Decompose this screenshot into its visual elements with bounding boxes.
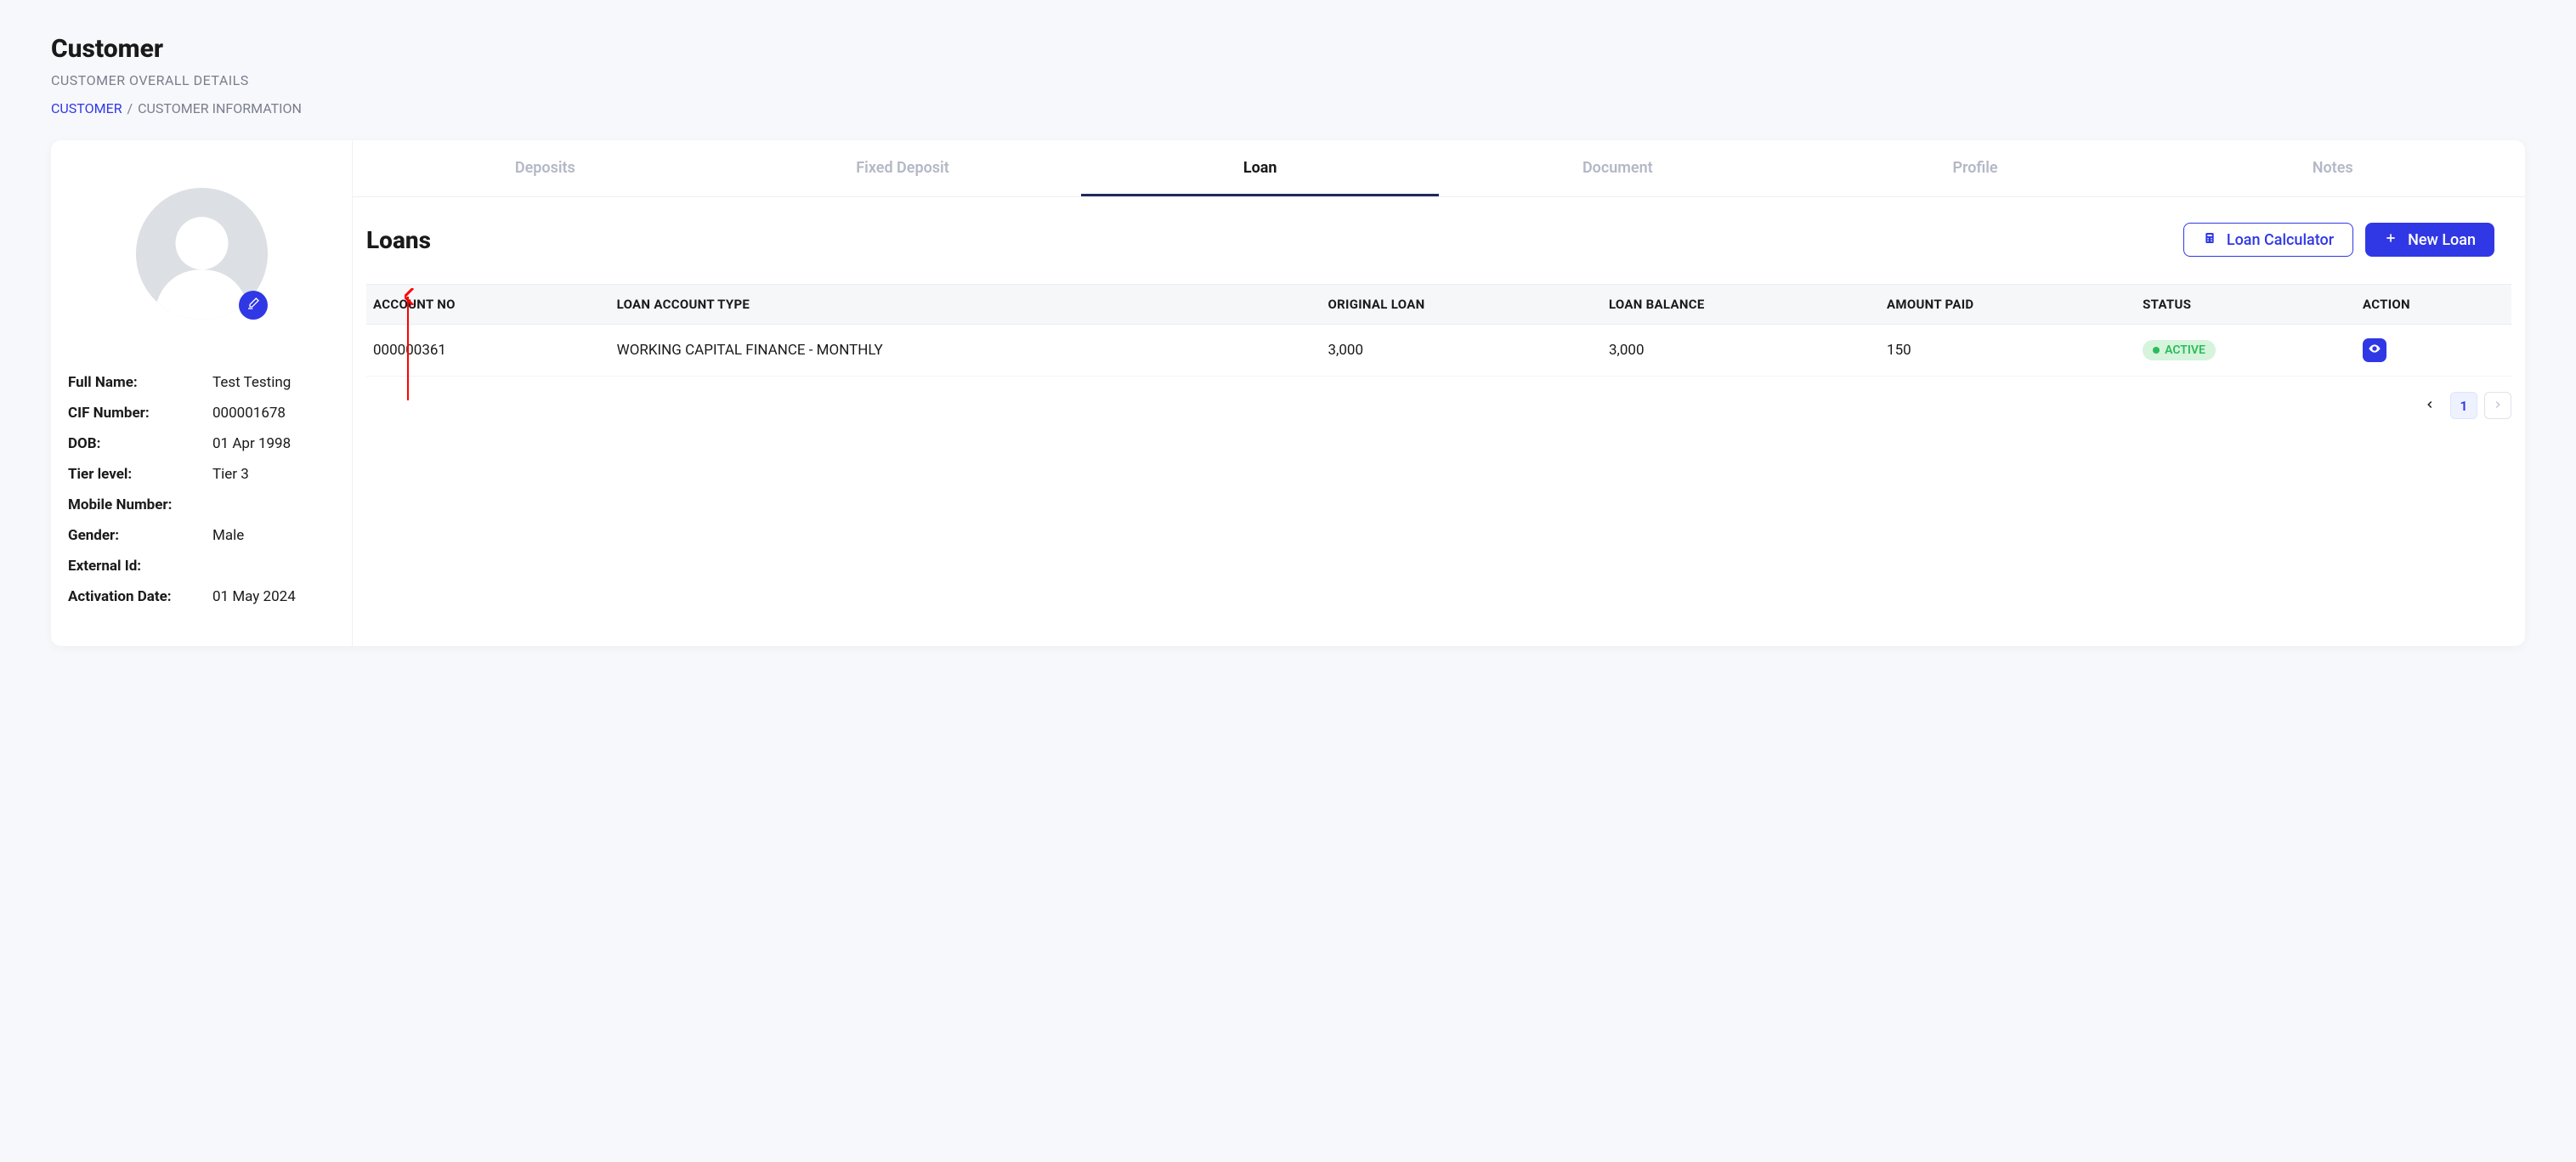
- cell-status: ACTIVE: [2136, 325, 2356, 377]
- value-full-name: Test Testing: [212, 374, 335, 391]
- cell-original-loan: 3,000: [1321, 325, 1601, 377]
- loans-table: ACCOUNT NO LOAN ACCOUNT TYPE ORIGINAL LO…: [366, 284, 2511, 377]
- value-cif-number: 000001678: [212, 405, 335, 422]
- eye-icon: [2368, 342, 2381, 360]
- col-original-loan: ORIGINAL LOAN: [1321, 285, 1601, 325]
- breadcrumb: CUSTOMER / CUSTOMER INFORMATION: [51, 100, 2525, 116]
- status-badge: ACTIVE: [2143, 340, 2216, 360]
- breadcrumb-current: CUSTOMER INFORMATION: [138, 100, 302, 116]
- loan-calculator-label: Loan Calculator: [2227, 231, 2334, 249]
- pagination-next[interactable]: [2484, 392, 2511, 419]
- tab-document[interactable]: Document: [1439, 140, 1797, 196]
- tab-loan[interactable]: Loan: [1081, 140, 1439, 196]
- label-dob: DOB:: [68, 435, 212, 452]
- status-badge-label: ACTIVE: [2165, 343, 2205, 357]
- page-subtitle: CUSTOMER OVERALL DETAILS: [51, 72, 2525, 88]
- tab-deposits[interactable]: Deposits: [366, 140, 724, 196]
- calculator-icon: [2203, 231, 2216, 249]
- pagination: 1: [353, 377, 2525, 419]
- col-amount-paid: AMOUNT PAID: [1880, 285, 2136, 325]
- cell-loan-balance: 3,000: [1602, 325, 1880, 377]
- new-loan-button[interactable]: New Loan: [2365, 223, 2494, 257]
- value-tier-level: Tier 3: [212, 466, 335, 483]
- col-account-no: ACCOUNT NO: [366, 285, 610, 325]
- label-tier-level: Tier level:: [68, 466, 212, 483]
- tab-fixed-deposit[interactable]: Fixed Deposit: [724, 140, 1082, 196]
- customer-sidebar: Full Name: Test Testing CIF Number: 0000…: [51, 140, 353, 646]
- pagination-page-1[interactable]: 1: [2450, 392, 2477, 419]
- view-loan-button[interactable]: [2363, 338, 2386, 362]
- loan-calculator-button[interactable]: Loan Calculator: [2183, 223, 2353, 257]
- chevron-right-icon: [2492, 398, 2504, 414]
- col-loan-type: LOAN ACCOUNT TYPE: [610, 285, 1322, 325]
- chevron-left-icon: [2424, 398, 2436, 414]
- label-external-id: External Id:: [68, 558, 212, 575]
- tab-profile[interactable]: Profile: [1797, 140, 2154, 196]
- col-action: ACTION: [2356, 285, 2511, 325]
- section-title-loans: Loans: [366, 226, 431, 254]
- cell-loan-type: WORKING CAPITAL FINANCE - MONTHLY: [610, 325, 1322, 377]
- tab-notes[interactable]: Notes: [2154, 140, 2511, 196]
- value-dob: 01 Apr 1998: [212, 435, 335, 452]
- cell-amount-paid: 150: [1880, 325, 2136, 377]
- col-status: STATUS: [2136, 285, 2356, 325]
- status-dot-icon: [2153, 347, 2160, 354]
- breadcrumb-separator: /: [127, 100, 133, 116]
- main-panel: Deposits Fixed Deposit Loan Document Pro…: [353, 140, 2525, 646]
- cell-account-no: 000000361: [366, 325, 610, 377]
- breadcrumb-link-customer[interactable]: CUSTOMER: [51, 100, 122, 116]
- label-mobile-number: Mobile Number:: [68, 496, 212, 513]
- value-activation-date: 01 May 2024: [212, 588, 335, 605]
- new-loan-label: New Loan: [2408, 231, 2476, 249]
- table-row: 000000361 WORKING CAPITAL FINANCE - MONT…: [366, 325, 2511, 377]
- value-gender: Male: [212, 527, 335, 544]
- col-loan-balance: LOAN BALANCE: [1602, 285, 1880, 325]
- pagination-prev[interactable]: [2416, 392, 2443, 419]
- edit-icon: [246, 297, 260, 314]
- plus-icon: [2384, 231, 2398, 249]
- label-activation-date: Activation Date:: [68, 588, 212, 605]
- label-gender: Gender:: [68, 527, 212, 544]
- page-title: Customer: [51, 34, 2525, 64]
- avatar-edit-button[interactable]: [239, 291, 268, 320]
- label-full-name: Full Name:: [68, 374, 212, 391]
- label-cif-number: CIF Number:: [68, 405, 212, 422]
